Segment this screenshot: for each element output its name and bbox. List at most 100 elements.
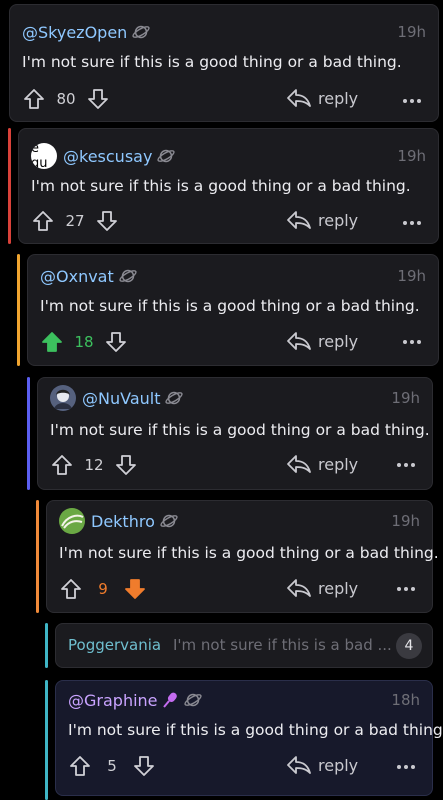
thread-line <box>45 623 48 668</box>
timestamp: 19h <box>391 389 420 407</box>
reply-button[interactable]: reply <box>286 209 358 231</box>
score: 5 <box>107 757 117 775</box>
reply-icon <box>286 330 312 352</box>
comment-actions: 5 <box>56 752 432 780</box>
comment-actions: 9 <box>47 575 432 603</box>
username[interactable]: @Graphine <box>68 691 158 710</box>
reply-icon <box>286 209 312 231</box>
avatar-text: e qu <box>31 143 48 169</box>
upvote-icon[interactable] <box>40 330 64 354</box>
collapsed-comment[interactable]: Poggervania I'm not sure if this is a ba… <box>55 623 433 668</box>
avatar[interactable] <box>59 508 85 534</box>
reply-button[interactable]: reply <box>286 577 358 599</box>
reply-button[interactable]: reply <box>286 754 358 776</box>
more-options-icon[interactable] <box>402 339 422 345</box>
reply-label: reply <box>318 755 359 775</box>
upvote-icon[interactable] <box>59 577 83 601</box>
collapsed-preview: I'm not sure if this is a bad ... <box>173 636 392 654</box>
upvote-icon[interactable] <box>31 209 55 233</box>
comment-card[interactable]: Dekthro 19h I'm not sure if this is a go… <box>46 500 439 613</box>
reply-button[interactable]: reply <box>286 453 358 475</box>
planet-icon <box>183 690 203 710</box>
reply-icon <box>286 577 312 599</box>
avatar-image <box>59 508 85 534</box>
comment-actions: 27 <box>19 207 438 235</box>
avatar-image <box>50 385 76 411</box>
timestamp: 19h <box>391 512 420 530</box>
score: 80 <box>56 90 76 108</box>
timestamp: 19h <box>397 147 426 165</box>
reply-icon <box>286 453 312 475</box>
reply-count-badge: 4 <box>396 633 422 659</box>
avatar[interactable]: e qu <box>31 143 57 169</box>
upvote-icon[interactable] <box>68 754 92 778</box>
avatar[interactable] <box>50 385 76 411</box>
thread-line <box>8 128 11 244</box>
comment-card[interactable]: @SkyezOpen 19h I'm not sure if this is a… <box>9 4 439 122</box>
username[interactable]: @kescusay <box>63 147 152 166</box>
comment-card[interactable]: e qu @kescusay 19h I'm not sure if this … <box>18 128 439 244</box>
comment-header: @Graphine 18h <box>56 687 432 713</box>
score: 9 <box>98 580 108 598</box>
reply-button[interactable]: reply <box>286 87 358 109</box>
reply-icon <box>286 87 312 109</box>
reply-label: reply <box>318 454 359 474</box>
reply-label: reply <box>318 88 359 108</box>
comment-text: I'm not sure if this is a good thing or … <box>59 544 439 562</box>
comment-text: I'm not sure if this is a good thing or … <box>50 421 430 439</box>
downvote-icon[interactable] <box>95 209 119 233</box>
comment-header: e qu @kescusay 19h <box>19 143 438 169</box>
more-options-icon[interactable] <box>402 98 422 104</box>
comment-text: I'm not sure if this is a good thing or … <box>40 297 420 315</box>
downvote-icon[interactable] <box>123 577 147 601</box>
upvote-icon[interactable] <box>22 87 46 111</box>
comment-actions: 12 <box>38 451 432 479</box>
comment-header: @Oxnvat 19h <box>28 263 438 289</box>
planet-icon <box>156 146 176 166</box>
username[interactable]: @SkyezOpen <box>22 23 127 42</box>
thread-line <box>27 377 30 490</box>
collapsed-username: Poggervania <box>68 636 162 654</box>
reply-icon <box>286 754 312 776</box>
timestamp: 19h <box>397 23 426 41</box>
comment-text: I'm not sure if this is a good thing or … <box>68 721 443 739</box>
reply-label: reply <box>318 331 359 351</box>
more-options-icon[interactable] <box>396 764 416 770</box>
more-options-icon[interactable] <box>402 220 422 226</box>
score: 18 <box>74 333 94 351</box>
comment-header: Dekthro 19h <box>47 508 432 534</box>
planet-icon <box>131 22 151 42</box>
comment-text: I'm not sure if this is a good thing or … <box>22 53 402 71</box>
score: 12 <box>84 456 104 474</box>
score: 27 <box>65 212 85 230</box>
thread-line <box>45 680 48 800</box>
comment-card[interactable]: @Graphine 18h I'm not sure if this is a … <box>55 680 443 796</box>
comment-actions: 18 <box>28 328 438 356</box>
more-options-icon[interactable] <box>396 462 416 468</box>
upvote-icon[interactable] <box>50 453 74 477</box>
comment-card[interactable]: @Oxnvat 19h I'm not sure if this is a go… <box>27 254 439 366</box>
username[interactable]: @Oxnvat <box>40 267 114 286</box>
username[interactable]: Dekthro <box>91 512 155 531</box>
planet-icon <box>159 511 179 531</box>
timestamp: 18h <box>391 691 420 709</box>
comment-card[interactable]: @NuVault 19h I'm not sure if this is a g… <box>37 377 433 490</box>
more-options-icon[interactable] <box>396 586 416 592</box>
downvote-icon[interactable] <box>114 453 138 477</box>
planet-icon <box>164 388 184 408</box>
microphone-icon <box>162 692 177 708</box>
reply-label: reply <box>318 210 359 230</box>
thread-line <box>17 254 20 366</box>
downvote-icon[interactable] <box>132 754 156 778</box>
reply-button[interactable]: reply <box>286 330 358 352</box>
comment-text: I'm not sure if this is a good thing or … <box>31 177 411 195</box>
downvote-icon[interactable] <box>104 330 128 354</box>
username[interactable]: @NuVault <box>82 389 160 408</box>
downvote-icon[interactable] <box>86 87 110 111</box>
planet-icon <box>118 266 138 286</box>
comment-actions: 80 <box>10 85 438 113</box>
thread-line <box>36 500 39 613</box>
timestamp: 19h <box>397 267 426 285</box>
reply-label: reply <box>318 578 359 598</box>
comment-header: @NuVault 19h <box>38 385 432 411</box>
